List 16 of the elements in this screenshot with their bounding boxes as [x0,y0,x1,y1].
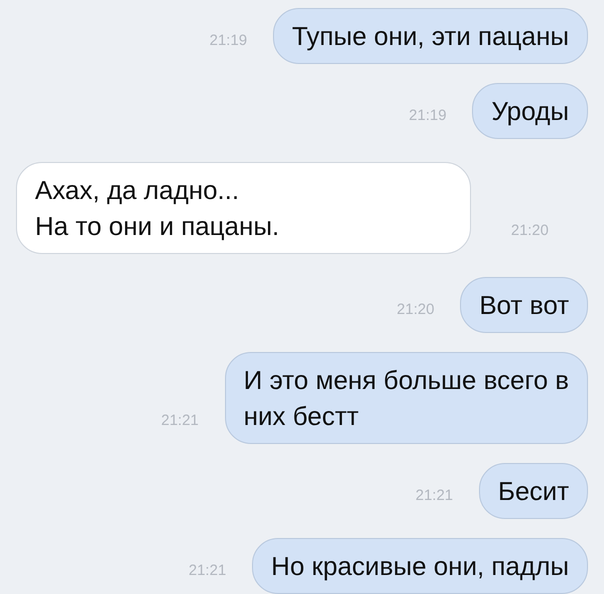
message-text: Уроды [491,95,569,128]
message-text: Но красивые они, падлы [271,550,569,583]
message-text: них бестт [244,400,360,433]
message-text: Тупые они, эти пацаны [292,20,569,53]
message-time: 21:20 [396,300,434,320]
message-text: Ахах, да ладно... [35,174,240,207]
message-time: 21:19 [210,30,248,50]
message-text: На то они и пацаны. [35,210,280,243]
message-text: Бесит [498,475,569,508]
message-text: Вот вот [479,289,569,322]
message-time: 21:20 [511,220,549,240]
message-time: 21:19 [408,106,446,126]
message-time: 21:21 [188,560,226,580]
message-time: 21:21 [415,486,454,506]
message-text: И это меня больше всего в [244,364,569,397]
message-time: 21:21 [161,410,199,430]
